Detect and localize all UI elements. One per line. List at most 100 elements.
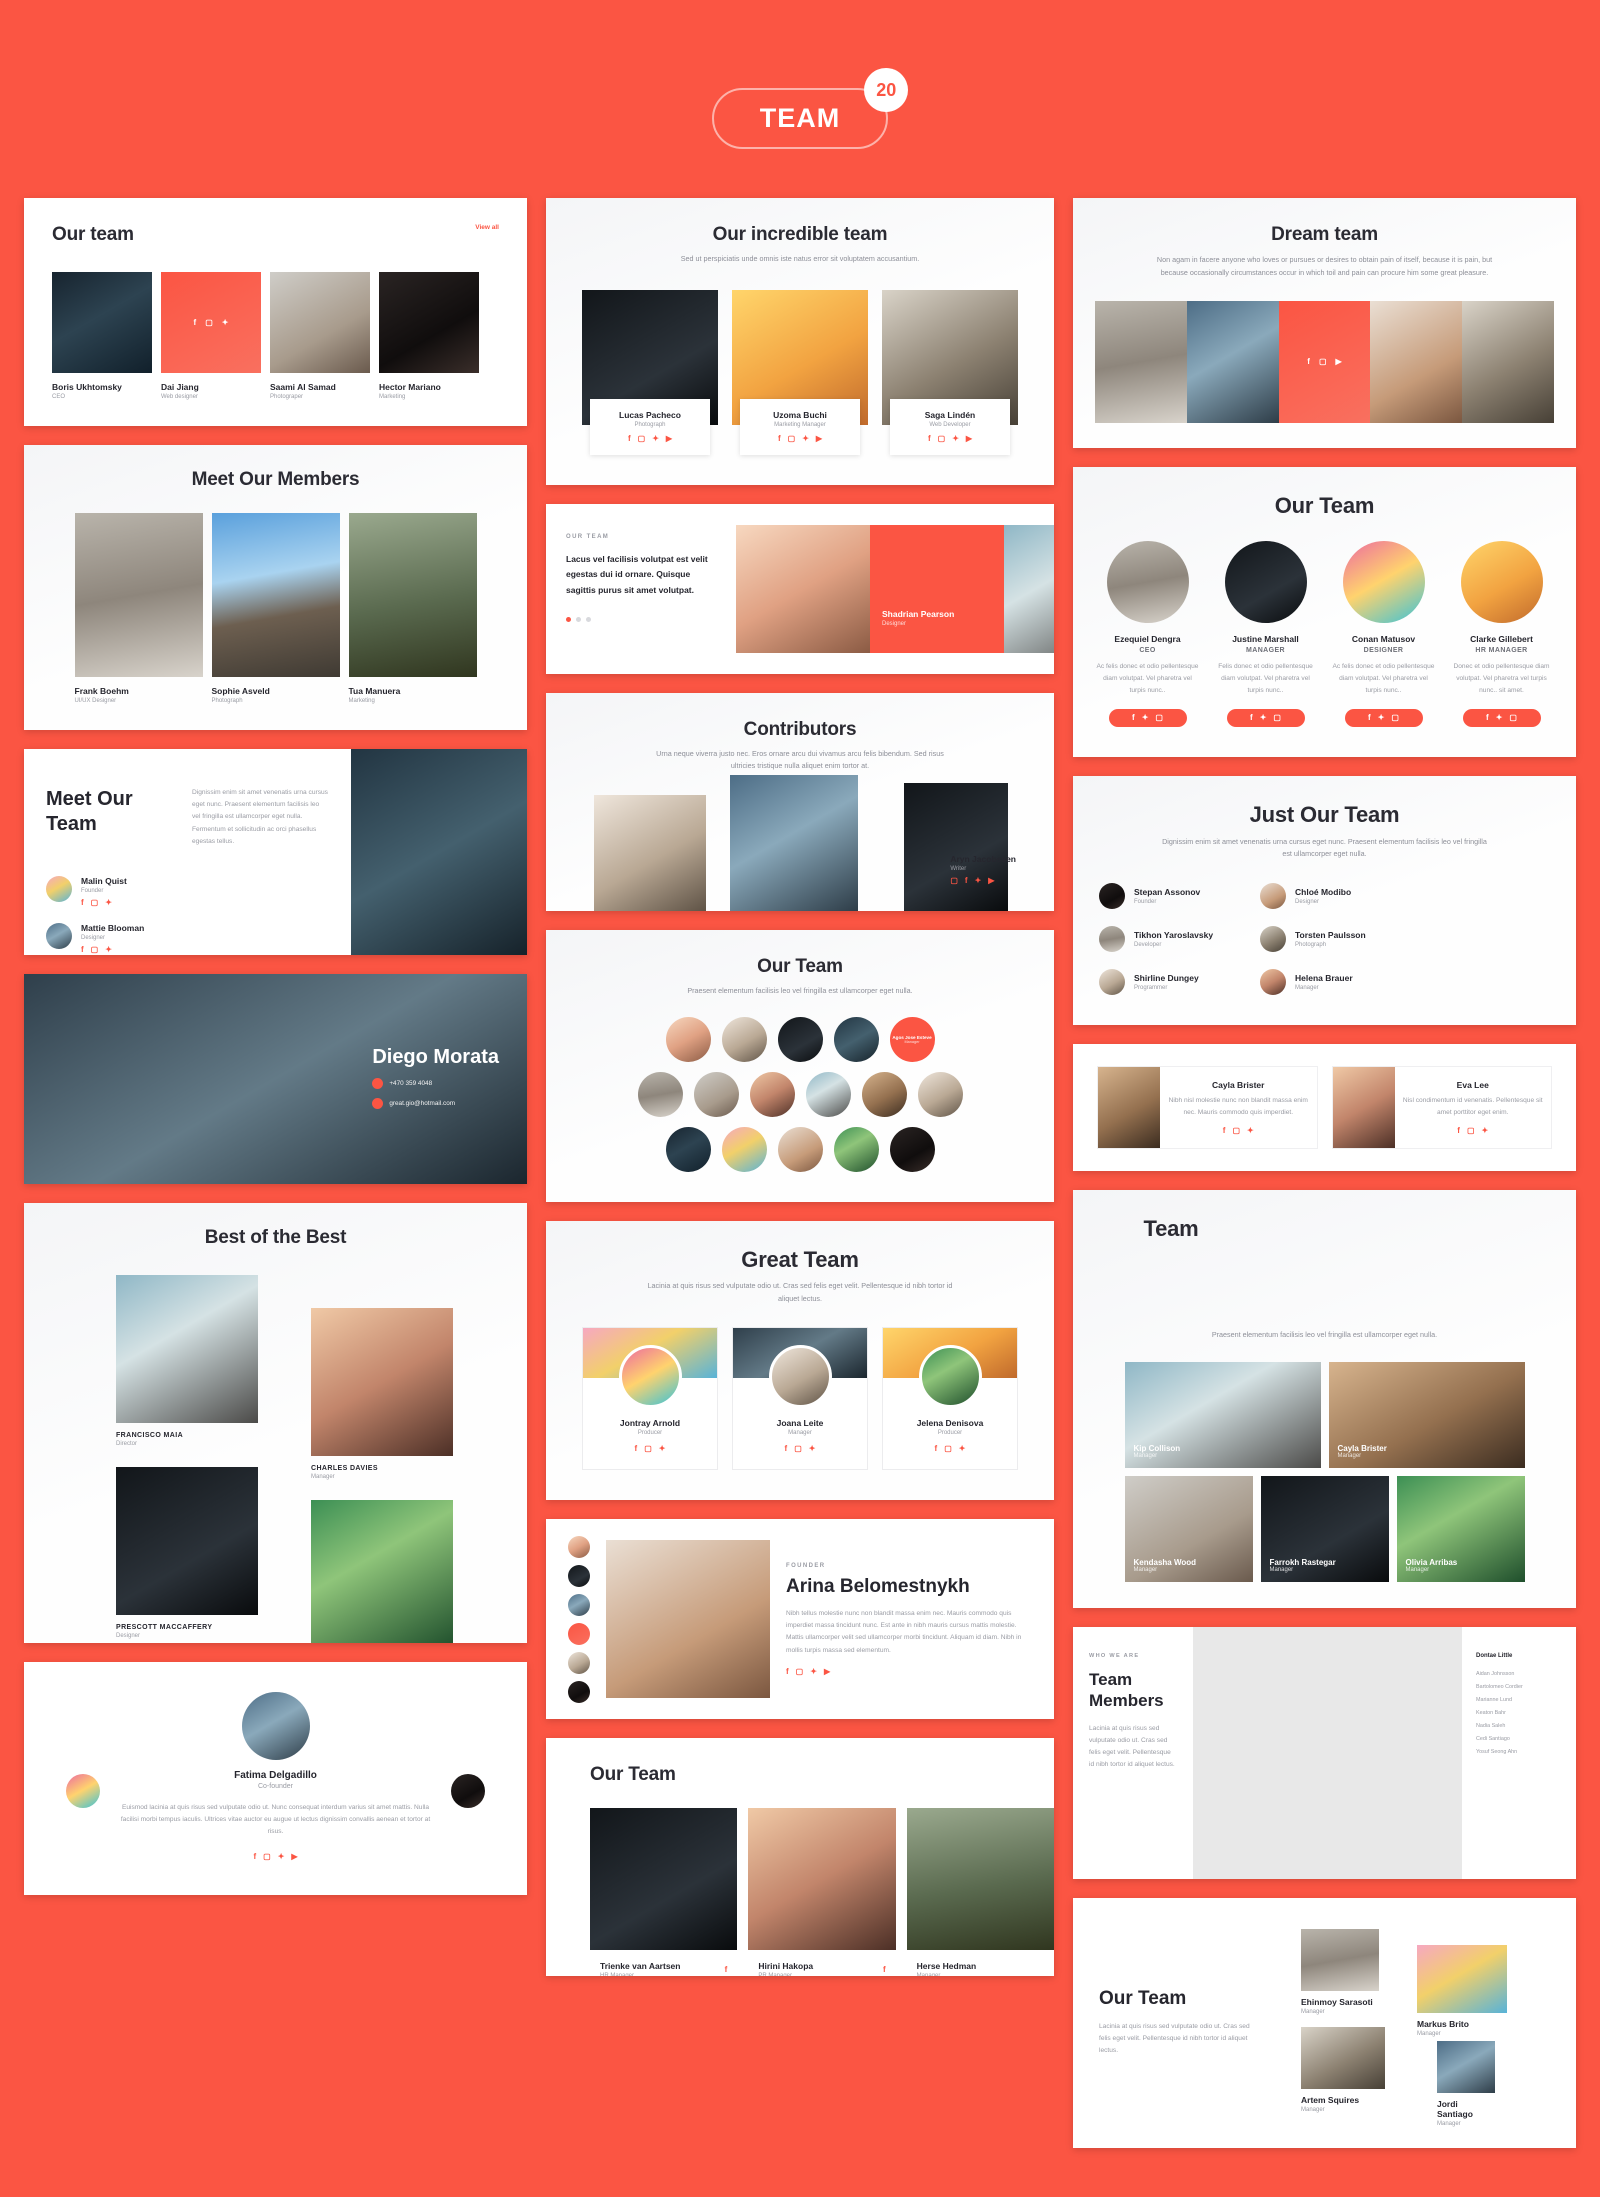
social-links[interactable]: f ▢ ✦ [81, 945, 144, 954]
team-member-card[interactable]: Tikhon Yaroslavsky Developer [1099, 925, 1254, 952]
team-member-card[interactable]: Kendasha Wood Manager [1124, 1475, 1253, 1582]
slider-dot-3[interactable] [586, 616, 591, 622]
thumb-avatar[interactable] [568, 1535, 590, 1558]
facebook-icon[interactable]: f [786, 1667, 789, 1676]
team-member-card[interactable]: Conan Matusov DESIGNER Ac felis donec et… [1332, 541, 1436, 727]
team-member-card[interactable]: Markus Brito Manager [1417, 1944, 1507, 2037]
youtube-icon[interactable]: ▶ [824, 1667, 830, 1676]
team-member-card[interactable]: CHARLES DAVIES Manager [311, 1308, 453, 1480]
instagram-icon[interactable]: ▢ [205, 318, 213, 327]
facebook-icon[interactable]: f [725, 1966, 728, 1974]
twitter-icon[interactable]: ✦ [959, 1445, 966, 1453]
member-avatar[interactable] [665, 1127, 711, 1173]
member-photo-active[interactable]: f ▢ ▶ [1278, 301, 1371, 424]
team-member-card[interactable]: Justine Marshall MANAGER Felis donec et … [1214, 541, 1318, 727]
facebook-icon[interactable]: f [928, 434, 931, 443]
instagram-icon[interactable]: ▢ [944, 1445, 952, 1453]
youtube-icon[interactable]: ▶ [966, 434, 972, 443]
list-item[interactable]: Cedi Santiago [1476, 1733, 1562, 1746]
social-links[interactable]: f ▢ ✦ [1401, 1127, 1546, 1135]
card-our-team-last[interactable]: Our Team Lacinia at quis risus sed vulpu… [1073, 1897, 1576, 2148]
facebook-icon[interactable]: f [965, 876, 968, 885]
facebook-icon[interactable]: f [81, 898, 84, 907]
instagram-icon[interactable]: ▢ [1509, 713, 1517, 722]
instagram-icon[interactable]: ▢ [263, 1852, 271, 1861]
slider-dot-2[interactable] [576, 616, 581, 622]
social-links[interactable]: ▢ f ✦ ▶ [950, 876, 1016, 885]
instagram-icon[interactable]: ▢ [644, 1445, 652, 1453]
team-member-card[interactable]: ICHIMARU CHONA Photograph [311, 1500, 453, 1643]
thumb-avatar[interactable] [568, 1651, 590, 1674]
instagram-icon[interactable]: ▢ [796, 1667, 804, 1676]
slide-photo[interactable] [1004, 524, 1054, 653]
team-member-card[interactable]: Jordi Santiago Manager [1437, 2040, 1495, 2127]
twitter-icon[interactable]: ✦ [1247, 1127, 1254, 1135]
team-member-card[interactable]: Saga Lindén Web Developer f ▢ ✦ ▶ [882, 289, 1018, 455]
member-avatar[interactable] [833, 1017, 879, 1063]
card-our-team-round[interactable]: Our Team Ezequiel Dengra CEO Ac felis do… [1073, 467, 1576, 757]
team-member-card[interactable]: Saami Al Samad Photograper [270, 272, 370, 400]
team-member-card[interactable]: Lucas Pacheco Photograph f ▢ ✦ ▶ [582, 289, 718, 455]
team-member-card[interactable]: Herse Hedman Manager [906, 1808, 1054, 1976]
slider-dot-1[interactable] [566, 616, 571, 622]
card-great-team[interactable]: Great Team Lacinia at quis risus sed vul… [546, 1221, 1054, 1501]
twitter-icon[interactable]: ✦ [952, 434, 959, 443]
card-two-members[interactable]: Cayla Brister Nibh nisl molestie nunc no… [1073, 1043, 1576, 1172]
team-member-card[interactable]: Jelena Denisova Producer f ▢ ✦ [882, 1327, 1018, 1471]
thumb-avatar[interactable] [568, 1680, 590, 1703]
list-item[interactable]: Keaton Bahr [1476, 1707, 1562, 1720]
twitter-icon[interactable]: ✦ [652, 434, 659, 443]
card-our-incredible-team[interactable]: Our incredible team Sed ut perspiciatis … [546, 198, 1054, 485]
thumb-avatar[interactable] [568, 1622, 590, 1645]
instagram-icon[interactable]: ▢ [794, 1445, 802, 1453]
member-avatar[interactable] [861, 1072, 907, 1118]
team-member-card[interactable]: Olivia Arribas Manager [1396, 1475, 1525, 1582]
member-avatar[interactable] [749, 1072, 795, 1118]
list-item[interactable]: Bartolomeo Cordier [1476, 1681, 1562, 1694]
team-member-card[interactable]: Clarke Gillebert HR MANAGER Donec et odi… [1450, 541, 1554, 727]
facebook-icon[interactable]: f [1132, 713, 1135, 722]
twitter-icon[interactable]: ✦ [1260, 713, 1267, 722]
team-member-card[interactable]: Torsten Paulsson Photograph [1260, 925, 1415, 952]
member-photo[interactable] [1462, 301, 1554, 424]
team-member-card[interactable]: Stepan Assonov Founder [1099, 882, 1254, 909]
facebook-icon[interactable]: f [1250, 713, 1253, 722]
team-member-card[interactable]: Trienke van Aartsen HR Manager f [590, 1808, 738, 1976]
member-avatar[interactable] [637, 1072, 683, 1118]
card-just-our-team[interactable]: Just Our Team Dignissim enim sit amet ve… [1073, 775, 1576, 1025]
team-member-card[interactable]: Hirini Hakopa PR Manager f [748, 1808, 896, 1976]
instagram-icon[interactable]: ▢ [1155, 713, 1163, 722]
team-member-card[interactable]: Shirline Dungey Programmer [1099, 968, 1254, 995]
member-avatar[interactable] [693, 1072, 739, 1118]
team-member-card[interactable]: Ezequiel Dengra CEO Ac felis donec et od… [1096, 541, 1200, 727]
facebook-icon[interactable]: f [1223, 1127, 1226, 1135]
social-links[interactable]: f ▢ ▶ [1279, 301, 1371, 423]
member-avatar[interactable] [889, 1127, 935, 1173]
social-links[interactable]: f ▢ ✦ ▶ [894, 434, 1006, 443]
youtube-icon[interactable]: ▶ [291, 1852, 297, 1861]
social-links[interactable]: f [725, 1966, 728, 1974]
instagram-icon[interactable]: ▢ [1319, 358, 1327, 366]
member-photo[interactable] [1095, 301, 1187, 424]
facebook-icon[interactable]: f [1457, 1127, 1460, 1135]
member-avatar[interactable] [721, 1017, 767, 1063]
card-team-members[interactable]: WHO WE ARE Team Members Lacinia at quis … [1073, 1626, 1576, 1879]
card-our-team-bottom[interactable]: Our Team Trienke van Aartsen HR Manager … [546, 1738, 1054, 1977]
team-member-card[interactable]: Jontray Arnold Producer f ▢ ✦ [582, 1327, 718, 1471]
social-links[interactable]: f ▢ ✦ ▶ [594, 434, 706, 443]
instagram-icon[interactable]: ▢ [950, 876, 958, 885]
facebook-icon[interactable]: f [635, 1445, 638, 1453]
instagram-icon[interactable]: ▢ [1467, 1127, 1475, 1135]
team-member-card[interactable]: PRESCOTT MACCAFFERY Designer [116, 1467, 258, 1639]
social-links[interactable]: f ✦ ▢ [1108, 708, 1187, 727]
twitter-icon[interactable]: ✦ [1378, 713, 1385, 722]
team-member-card[interactable]: Joana Leite Manager f ▢ ✦ [732, 1327, 868, 1471]
team-member-card[interactable]: Mattie Blooman Designer f ▢ ✦ [46, 922, 196, 954]
facebook-icon[interactable]: f [81, 945, 84, 954]
instagram-icon[interactable]: ▢ [938, 434, 946, 443]
instagram-icon[interactable]: ▢ [91, 898, 99, 907]
youtube-icon[interactable]: ▶ [666, 434, 672, 443]
card-arina-founder[interactable]: FOUNDER Arina Belomestnykh Nibh tellus m… [546, 1519, 1054, 1720]
team-member-card[interactable]: Farrokh Rastegar Manager [1260, 1475, 1389, 1582]
facebook-icon[interactable]: f [1307, 358, 1310, 366]
